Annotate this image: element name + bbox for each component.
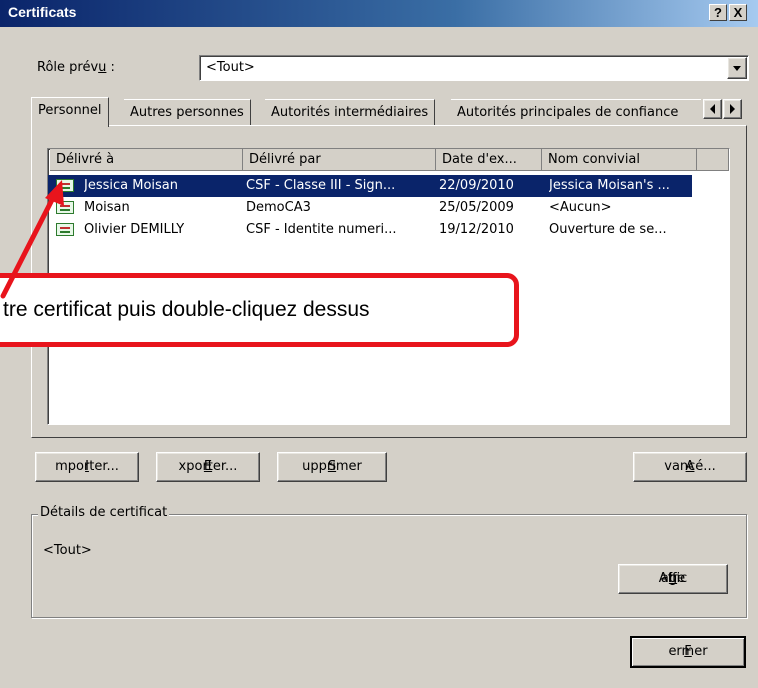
tab-scroll-left-button[interactable] <box>703 99 722 119</box>
close-window-button[interactable]: X <box>729 4 747 21</box>
role-label: Rôle prévu : <box>37 60 115 75</box>
cell-expiration: 25/05/2009 <box>439 200 514 215</box>
table-row[interactable]: Jessica Moisan CSF - Classe III - Sign..… <box>48 175 692 197</box>
table-row[interactable]: Olivier DEMILLY CSF - Identite numeri...… <box>48 219 692 241</box>
export-button[interactable]: Exporter... <box>156 452 260 482</box>
column-header-expiration[interactable]: Date d'ex... <box>436 149 542 171</box>
view-button[interactable]: Affic h age <box>618 564 728 594</box>
role-select-value: <Tout> <box>206 60 255 75</box>
tab-personnel[interactable]: Personnel <box>31 97 109 127</box>
cell-expiration: 19/12/2010 <box>439 222 514 237</box>
tab-autorites-principales[interactable]: Autorités principales de confiance <box>451 99 701 125</box>
cell-friendly-name: <Aucun> <box>549 200 612 215</box>
help-button[interactable]: ? <box>709 4 727 21</box>
import-button[interactable]: Importer... <box>35 452 139 482</box>
details-legend: Détails de certificat <box>38 505 170 520</box>
cell-expiration: 22/09/2010 <box>439 178 514 193</box>
arrow-left-icon <box>710 104 715 114</box>
advanced-button[interactable]: Avancé... <box>633 452 747 482</box>
callout-arrow <box>0 180 64 299</box>
details-value: <Tout> <box>43 543 92 558</box>
delete-button[interactable]: Supprimer <box>277 452 387 482</box>
column-header-issued-to[interactable]: Délivré à <box>50 149 243 171</box>
tab-autorites-intermediaires[interactable]: Autorités intermédiaires <box>265 99 436 125</box>
cell-friendly-name: Ouverture de se... <box>549 222 667 237</box>
chevron-down-icon[interactable] <box>727 57 747 79</box>
arrow-right-icon <box>730 104 735 114</box>
close-button[interactable]: Fermer <box>630 636 746 668</box>
cell-issued-by: CSF - Identite numeri... <box>246 222 397 237</box>
tab-scroll-right-button[interactable] <box>723 99 742 119</box>
cell-issued-by: DemoCA3 <box>246 200 311 215</box>
column-header-empty <box>697 149 729 171</box>
window-title: Certificats <box>8 4 77 20</box>
cell-friendly-name: Jessica Moisan's ... <box>549 178 670 193</box>
cell-issued-by: CSF - Classe III - Sign... <box>246 178 396 193</box>
column-header-friendly-name[interactable]: Nom convivial <box>542 149 697 171</box>
role-select[interactable]: <Tout> <box>199 55 749 81</box>
table-row[interactable]: Moisan DemoCA3 25/05/2009 <Aucun> <box>48 197 692 219</box>
title-bar <box>0 0 758 27</box>
column-header-issued-by[interactable]: Délivré par <box>243 149 436 171</box>
tab-autres-personnes[interactable]: Autres personnes <box>124 99 251 125</box>
